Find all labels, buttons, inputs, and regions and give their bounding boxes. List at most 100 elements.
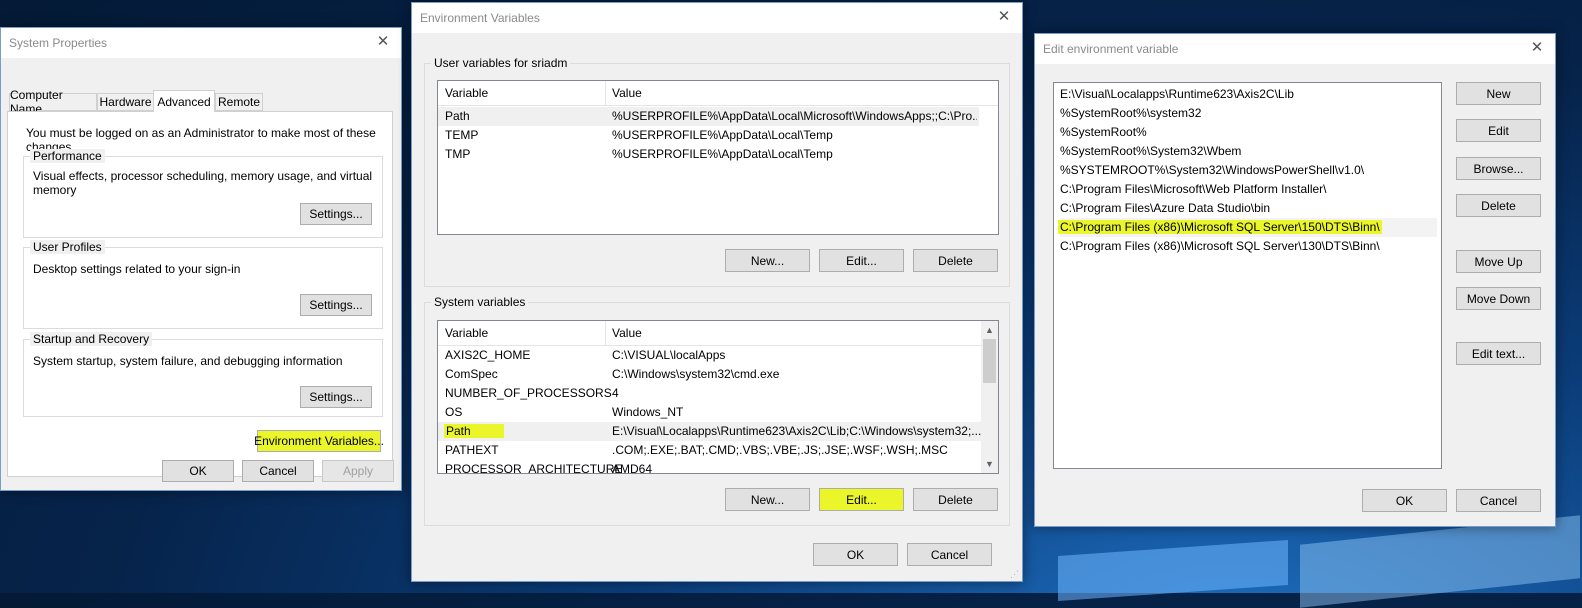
ok-button[interactable]: OK [162, 460, 234, 482]
close-icon[interactable]: ✕ [1527, 38, 1547, 58]
scroll-up-icon[interactable]: ▲ [981, 322, 998, 338]
list-item-selected[interactable]: C:\Program Files (x86)\Microsoft SQL Ser… [1058, 218, 1437, 237]
variable-name: Path [445, 109, 470, 123]
cancel-button[interactable]: Cancel [907, 543, 992, 566]
vertical-scrollbar[interactable]: ▲ ▼ [981, 321, 998, 473]
system-variables-list[interactable]: Variable Value AXIS2C_HOME C:\VISUAL\loc… [437, 320, 999, 474]
group-label: Performance [30, 149, 105, 163]
user-variables-list[interactable]: Variable Value Path %USERPROFILE%\AppDat… [437, 80, 999, 235]
user-edit-button[interactable]: Edit... [819, 249, 904, 272]
performance-group: Performance Visual effects, processor sc… [23, 149, 383, 238]
table-row[interactable]: ComSpec C:\Windows\system32\cmd.exe [438, 365, 981, 384]
move-up-button[interactable]: Move Up [1456, 250, 1541, 273]
column-header-value[interactable]: Value [612, 86, 642, 100]
variable-name: NUMBER_OF_PROCESSORS [445, 386, 612, 400]
edit-button[interactable]: Edit [1456, 119, 1541, 142]
ok-button[interactable]: OK [813, 543, 898, 566]
user-profiles-settings-button[interactable]: Settings... [300, 294, 372, 316]
list-item[interactable]: %SystemRoot%\System32\Wbem [1060, 142, 1437, 161]
table-row-selected[interactable]: Path E:\Visual\Localapps\Runtime623\Axis… [438, 422, 981, 441]
column-header-variable[interactable]: Variable [445, 86, 488, 100]
group-label: System variables [431, 295, 529, 309]
system-properties-window: System Properties ✕ Computer Name Hardwa… [0, 27, 402, 491]
variable-name: TMP [445, 147, 471, 161]
tab-remote[interactable]: Remote [215, 93, 263, 111]
system-delete-button[interactable]: Delete [913, 488, 998, 511]
performance-settings-button[interactable]: Settings... [300, 203, 372, 225]
table-row[interactable]: Path %USERPROFILE%\AppData\Local\Microso… [438, 107, 979, 126]
tab-hardware[interactable]: Hardware [97, 93, 154, 111]
window-title: System Properties [9, 36, 108, 50]
new-button[interactable]: New [1456, 82, 1541, 105]
environment-variables-button[interactable]: Environment Variables... [254, 430, 384, 452]
apply-button[interactable]: Apply [322, 460, 394, 482]
system-edit-button[interactable]: Edit... [819, 488, 904, 511]
column-header-value[interactable]: Value [612, 326, 642, 340]
variable-value: %USERPROFILE%\AppData\Local\Temp [612, 128, 833, 142]
tab-computer-name[interactable]: Computer Name [9, 88, 97, 116]
title-bar: Environment Variables ✕ [412, 3, 1022, 33]
cancel-button[interactable]: Cancel [1456, 489, 1541, 512]
group-description: Desktop settings related to your sign-in [33, 262, 241, 276]
environment-variables-window: Environment Variables ✕ User variables f… [411, 2, 1023, 582]
scroll-down-icon[interactable]: ▼ [981, 456, 998, 472]
table-row[interactable]: TMP %USERPROFILE%\AppData\Local\Temp [438, 145, 998, 164]
variable-name: PATHEXT [445, 443, 499, 457]
item-text: C:\Program Files (x86)\Microsoft SQL Ser… [1058, 220, 1382, 234]
user-new-button[interactable]: New... [725, 249, 810, 272]
list-header: Variable Value [438, 81, 998, 106]
ok-button[interactable]: OK [1362, 489, 1447, 512]
variable-value: 4 [612, 386, 619, 400]
user-variables-group: User variables for sriadm Variable Value… [424, 56, 1010, 287]
list-item[interactable]: C:\Program Files\Microsoft\Web Platform … [1060, 180, 1437, 199]
tab-advanced[interactable]: Advanced [153, 90, 215, 112]
system-variables-group: System variables Variable Value AXIS2C_H… [424, 295, 1010, 526]
variable-value: C:\VISUAL\localApps [612, 348, 726, 362]
table-row[interactable]: OS Windows_NT [438, 403, 981, 422]
list-item[interactable]: C:\Program Files\Azure Data Studio\bin [1060, 199, 1437, 218]
list-item[interactable]: %SystemRoot% [1060, 123, 1437, 142]
startup-settings-button[interactable]: Settings... [300, 386, 372, 408]
variable-value: C:\Windows\system32\cmd.exe [612, 367, 780, 381]
scroll-thumb[interactable] [983, 339, 996, 383]
table-row[interactable]: PROCESSOR_ARCHITECTURE AMD64 [438, 460, 981, 474]
variable-name: ComSpec [445, 367, 498, 381]
table-row[interactable]: PATHEXT .COM;.EXE;.BAT;.CMD;.VBS;.VBE;.J… [438, 441, 981, 460]
resize-grip-icon[interactable]: ⋰ [1010, 569, 1020, 579]
edit-text-button[interactable]: Edit text... [1456, 342, 1541, 365]
table-row[interactable]: TEMP %USERPROFILE%\AppData\Local\Temp [438, 126, 998, 145]
list-header: Variable Value [438, 321, 981, 346]
window-title: Edit environment variable [1043, 42, 1179, 56]
delete-button[interactable]: Delete [1456, 194, 1541, 217]
column-header-variable[interactable]: Variable [445, 326, 488, 340]
user-profiles-group: User Profiles Desktop settings related t… [23, 240, 383, 329]
browse-button[interactable]: Browse... [1456, 157, 1541, 180]
item-text: %SystemRoot% [1060, 125, 1147, 139]
group-label: User Profiles [30, 240, 105, 254]
advanced-tab-panel: You must be logged on as an Administrato… [7, 111, 393, 477]
variable-value: AMD64 [612, 462, 653, 474]
cancel-button[interactable]: Cancel [242, 460, 314, 482]
variable-value: E:\Visual\Localapps\Runtime623\Axis2C\Li… [612, 424, 982, 438]
user-delete-button[interactable]: Delete [913, 249, 998, 272]
tab-label: Remote [217, 95, 261, 109]
path-entries-list[interactable]: E:\Visual\Localapps\Runtime623\Axis2C\Li… [1053, 82, 1442, 469]
close-icon[interactable]: ✕ [994, 7, 1014, 27]
variable-name: OS [445, 405, 463, 419]
list-item[interactable]: %SYSTEMROOT%\System32\WindowsPowerShell\… [1060, 161, 1437, 180]
variable-name: TEMP [445, 128, 479, 142]
list-item[interactable]: %SystemRoot%\system32 [1060, 104, 1437, 123]
startup-recovery-group: Startup and Recovery System startup, sys… [23, 332, 383, 417]
item-text: E:\Visual\Localapps\Runtime623\Axis2C\Li… [1060, 87, 1294, 101]
table-row[interactable]: AXIS2C_HOME C:\VISUAL\localApps [438, 346, 981, 365]
move-down-button[interactable]: Move Down [1456, 287, 1541, 310]
close-icon[interactable]: ✕ [373, 32, 393, 52]
list-item[interactable]: C:\Program Files (x86)\Microsoft SQL Ser… [1060, 237, 1437, 256]
variable-value: Windows_NT [612, 405, 684, 419]
system-new-button[interactable]: New... [725, 488, 810, 511]
item-text: %SystemRoot%\System32\Wbem [1060, 144, 1242, 158]
item-text: C:\Program Files\Azure Data Studio\bin [1060, 201, 1271, 215]
list-item[interactable]: E:\Visual\Localapps\Runtime623\Axis2C\Li… [1060, 85, 1437, 104]
table-row[interactable]: NUMBER_OF_PROCESSORS 4 [438, 384, 981, 403]
variable-name: PROCESSOR_ARCHITECTURE [445, 462, 623, 474]
